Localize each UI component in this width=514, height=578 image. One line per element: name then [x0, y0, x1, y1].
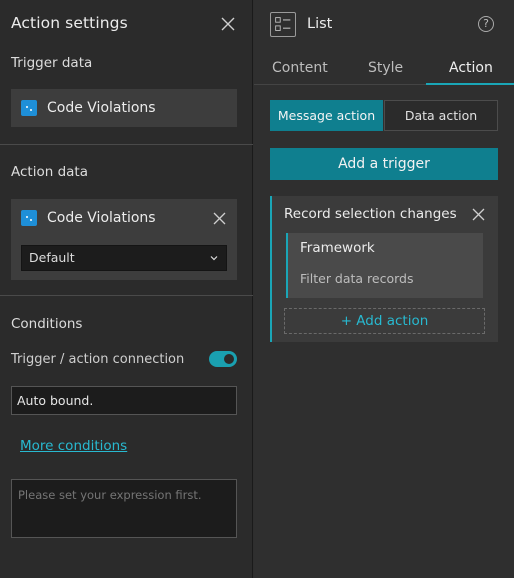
- help-icon[interactable]: ?: [478, 16, 494, 32]
- framework-title: Framework: [300, 240, 375, 256]
- auto-bound-input[interactable]: [11, 386, 237, 415]
- datasource-icon: [21, 210, 37, 226]
- action-settings-panel: Action settings Trigger data Code Violat…: [0, 0, 253, 578]
- expression-input[interactable]: [11, 479, 237, 538]
- panel-title: Action settings: [11, 14, 128, 32]
- trigger-datasource[interactable]: Code Violations: [11, 89, 237, 127]
- action-datasource: Code Violations Default: [11, 199, 237, 280]
- conditions-title: Conditions: [11, 316, 83, 332]
- data-view-select[interactable]: Default: [21, 245, 227, 271]
- close-icon[interactable]: [219, 15, 237, 33]
- add-trigger-button[interactable]: Add a trigger: [270, 148, 498, 180]
- trigger-data-title: Trigger data: [11, 55, 93, 71]
- remove-trigger-icon[interactable]: [472, 208, 485, 221]
- list-settings-panel: List ? Content Style Action Message acti…: [254, 0, 514, 578]
- framework-action-item[interactable]: Framework Filter data records: [286, 233, 483, 298]
- action-data-title: Action data: [11, 164, 88, 180]
- tab-style[interactable]: Style: [368, 60, 403, 76]
- connection-toggle[interactable]: [209, 351, 237, 367]
- datasource-icon: [21, 100, 37, 116]
- add-action-button[interactable]: + Add action: [284, 308, 485, 334]
- connection-toggle-label: Trigger / action connection: [11, 352, 185, 367]
- message-action-tab[interactable]: Message action: [270, 100, 383, 131]
- trigger-card-title: Record selection changes: [284, 206, 457, 222]
- divider: [0, 144, 253, 145]
- tab-content[interactable]: Content: [272, 60, 328, 76]
- divider: [0, 295, 253, 296]
- chevron-down-icon: [210, 256, 218, 261]
- settings-tabs: Content Style Action: [254, 55, 514, 85]
- remove-datasource-icon[interactable]: [213, 212, 226, 225]
- toggle-knob: [224, 354, 234, 364]
- framework-subtitle: Filter data records: [300, 271, 414, 286]
- trigger-card: Record selection changes Framework Filte…: [270, 196, 498, 342]
- data-action-tab[interactable]: Data action: [384, 100, 498, 131]
- widget-title: List: [307, 16, 333, 32]
- action-datasource-label: Code Violations: [47, 210, 156, 226]
- data-view-value: Default: [29, 250, 75, 265]
- more-conditions-link[interactable]: More conditions: [20, 438, 127, 454]
- trigger-datasource-label: Code Violations: [47, 100, 156, 116]
- active-tab-indicator: [426, 83, 514, 85]
- tab-action[interactable]: Action: [449, 60, 493, 76]
- list-widget-icon: [270, 12, 296, 37]
